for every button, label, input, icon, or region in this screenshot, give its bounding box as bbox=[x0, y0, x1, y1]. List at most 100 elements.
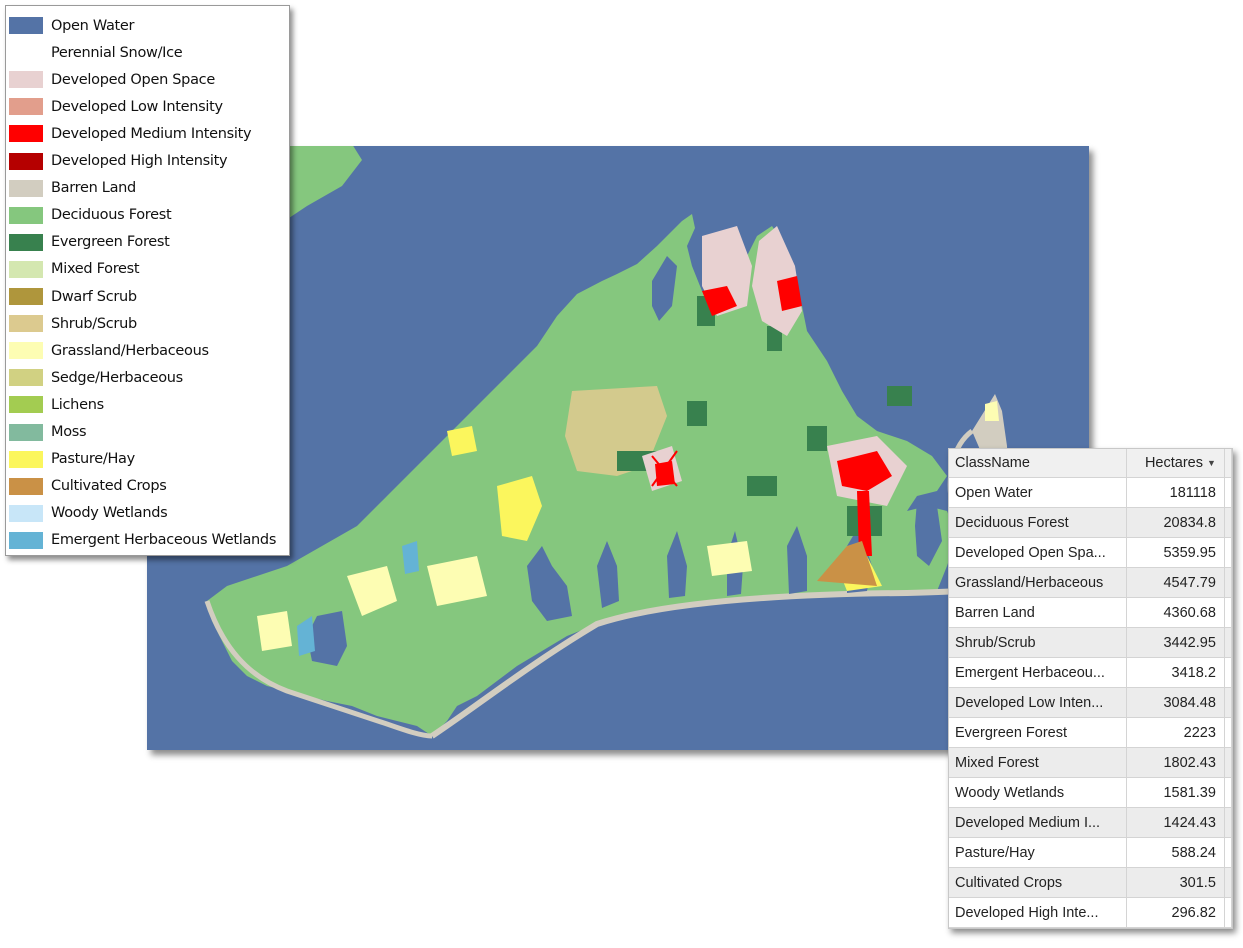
legend-item: Lichens bbox=[9, 391, 289, 418]
legend-label: Open Water bbox=[51, 17, 135, 34]
legend-label: Shrub/Scrub bbox=[51, 315, 137, 332]
legend-swatch bbox=[9, 260, 43, 278]
cell-classname[interactable]: Open Water bbox=[949, 477, 1127, 508]
legend-item: Deciduous Forest bbox=[9, 202, 289, 229]
table-row[interactable]: Shrub/Scrub 3442.95 bbox=[949, 627, 1233, 658]
legend-swatch bbox=[9, 152, 43, 170]
cell-classname[interactable]: Woody Wetlands bbox=[949, 777, 1127, 808]
cell-classname[interactable]: Mixed Forest bbox=[949, 747, 1127, 778]
cell-spacer bbox=[1224, 687, 1233, 718]
table-row[interactable]: Cultivated Crops 301.5 bbox=[949, 867, 1233, 898]
legend-item: Developed Open Space bbox=[9, 66, 289, 93]
legend-swatch bbox=[9, 450, 43, 468]
legend-item: Developed Low Intensity bbox=[9, 93, 289, 120]
legend-label: Sedge/Herbaceous bbox=[51, 369, 183, 386]
legend-swatch bbox=[9, 98, 43, 116]
cell-classname[interactable]: Emergent Herbaceou... bbox=[949, 657, 1127, 688]
cell-hectares[interactable]: 20834.8 bbox=[1126, 507, 1225, 538]
cell-spacer bbox=[1224, 567, 1233, 598]
cell-hectares[interactable]: 1581.39 bbox=[1126, 777, 1225, 808]
cell-classname[interactable]: Developed Medium I... bbox=[949, 807, 1127, 838]
legend-swatch bbox=[9, 531, 43, 549]
legend-item: Shrub/Scrub bbox=[9, 310, 289, 337]
attribute-table: ClassName Hectares ▼ Open Water 181118 Deci… bbox=[949, 449, 1233, 928]
cell-classname[interactable]: Shrub/Scrub bbox=[949, 627, 1127, 658]
legend-label: Woody Wetlands bbox=[51, 505, 168, 522]
table-row[interactable]: Developed Low Inten... 3084.48 bbox=[949, 687, 1233, 718]
legend-swatch bbox=[9, 179, 43, 197]
cell-classname[interactable]: Barren Land bbox=[949, 597, 1127, 628]
cell-hectares[interactable]: 2223 bbox=[1126, 717, 1225, 748]
legend-item: Pasture/Hay bbox=[9, 446, 289, 473]
cell-hectares[interactable]: 1802.43 bbox=[1126, 747, 1225, 778]
cell-classname[interactable]: Developed Open Spa... bbox=[949, 537, 1127, 568]
cell-hectares[interactable]: 3084.48 bbox=[1126, 687, 1225, 718]
cell-classname[interactable]: Developed High Inte... bbox=[949, 897, 1127, 928]
cell-hectares[interactable]: 1424.43 bbox=[1126, 807, 1225, 838]
cell-classname[interactable]: Developed Low Inten... bbox=[949, 687, 1127, 718]
cell-hectares[interactable]: 588.24 bbox=[1126, 837, 1225, 868]
table-row[interactable]: Open Water 181118 bbox=[949, 477, 1233, 508]
legend-swatch bbox=[9, 17, 43, 34]
column-header-classname[interactable]: ClassName bbox=[949, 449, 1127, 478]
cell-classname[interactable]: Deciduous Forest bbox=[949, 507, 1127, 538]
table-header-row: ClassName Hectares ▼ bbox=[949, 449, 1233, 478]
column-header-label: Hectares bbox=[1144, 455, 1203, 471]
legend-label: Cultivated Crops bbox=[51, 478, 167, 495]
legend-label: Barren Land bbox=[51, 180, 136, 197]
cell-hectares[interactable]: 181118 bbox=[1126, 477, 1225, 508]
cell-classname[interactable]: Evergreen Forest bbox=[949, 717, 1127, 748]
legend-label: Developed Medium Intensity bbox=[51, 125, 252, 142]
cell-spacer bbox=[1224, 537, 1233, 568]
legend-label: Developed Open Space bbox=[51, 71, 215, 88]
table-row[interactable]: Developed Medium I... 1424.43 bbox=[949, 807, 1233, 838]
table-row[interactable]: Developed Open Spa... 5359.95 bbox=[949, 537, 1233, 568]
cell-hectares[interactable]: 296.82 bbox=[1126, 897, 1225, 928]
legend-item: Emergent Herbaceous Wetlands bbox=[9, 527, 289, 554]
cell-spacer bbox=[1224, 837, 1233, 868]
cell-hectares[interactable]: 5359.95 bbox=[1126, 537, 1225, 568]
cell-hectares[interactable]: 3442.95 bbox=[1126, 627, 1225, 658]
cell-classname[interactable]: Cultivated Crops bbox=[949, 867, 1127, 898]
legend-swatch bbox=[9, 44, 43, 62]
cell-classname[interactable]: Pasture/Hay bbox=[949, 837, 1127, 868]
cell-spacer bbox=[1224, 867, 1233, 898]
legend-item: Dwarf Scrub bbox=[9, 283, 289, 310]
cell-spacer bbox=[1224, 627, 1233, 658]
table-row[interactable]: Deciduous Forest 20834.8 bbox=[949, 507, 1233, 538]
cell-hectares[interactable]: 3418.2 bbox=[1126, 657, 1225, 688]
legend-swatch bbox=[9, 125, 43, 143]
table-row[interactable]: Pasture/Hay 588.24 bbox=[949, 837, 1233, 868]
cell-hectares[interactable]: 301.5 bbox=[1126, 867, 1225, 898]
table-row[interactable]: Woody Wetlands 1581.39 bbox=[949, 777, 1233, 808]
legend-swatch bbox=[9, 477, 43, 495]
legend-label: Developed High Intensity bbox=[51, 153, 228, 169]
legend-item: Woody Wetlands bbox=[9, 500, 289, 527]
table-row[interactable]: Grassland/Herbaceous 4547.79 bbox=[949, 567, 1233, 598]
table-row[interactable]: Mixed Forest 1802.43 bbox=[949, 747, 1233, 778]
legend-label: Moss bbox=[51, 424, 87, 440]
cell-spacer bbox=[1224, 717, 1233, 748]
legend-swatch bbox=[9, 71, 43, 89]
legend-label: Mixed Forest bbox=[51, 261, 140, 278]
cell-classname[interactable]: Grassland/Herbaceous bbox=[949, 567, 1127, 598]
cell-hectares[interactable]: 4547.79 bbox=[1126, 567, 1225, 598]
cell-spacer bbox=[1224, 747, 1233, 778]
legend-label: Dwarf Scrub bbox=[51, 288, 137, 305]
cell-spacer bbox=[1224, 507, 1233, 538]
legend-swatch bbox=[9, 369, 43, 387]
legend-swatch bbox=[9, 206, 43, 224]
sort-descending-caret-icon[interactable]: ▼ bbox=[1207, 458, 1216, 468]
cell-hectares[interactable]: 4360.68 bbox=[1126, 597, 1225, 628]
column-header-spacer bbox=[1224, 449, 1233, 478]
table-row[interactable]: Barren Land 4360.68 bbox=[949, 597, 1233, 628]
class-area-table[interactable]: ClassName Hectares ▼ Open Water 181118 Deci… bbox=[948, 448, 1233, 929]
legend-item: Moss bbox=[9, 419, 289, 446]
legend-item: Developed High Intensity bbox=[9, 148, 289, 175]
map-grassland-patch bbox=[985, 401, 999, 421]
legend-item: Perennial Snow/Ice bbox=[9, 39, 289, 66]
table-row[interactable]: Evergreen Forest 2223 bbox=[949, 717, 1233, 748]
column-header-hectares[interactable]: Hectares ▼ bbox=[1126, 449, 1225, 478]
table-row[interactable]: Emergent Herbaceou... 3418.2 bbox=[949, 657, 1233, 688]
table-row[interactable]: Developed High Inte... 296.82 bbox=[949, 897, 1233, 928]
